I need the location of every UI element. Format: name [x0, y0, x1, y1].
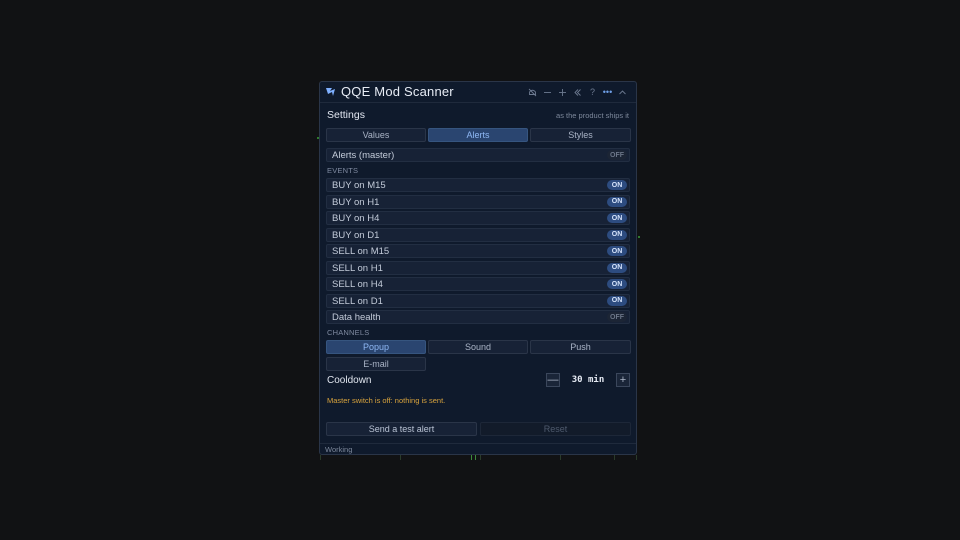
tab-alerts[interactable]: Alerts: [428, 128, 528, 142]
app-logo-icon: [326, 88, 335, 96]
increment-button[interactable]: +: [616, 373, 630, 387]
help-icon[interactable]: ?: [585, 85, 600, 99]
bell-off-icon[interactable]: [525, 85, 540, 99]
cooldown-value[interactable]: 30 min: [564, 373, 612, 387]
event-row-sell-h1[interactable]: SELL on H1 ON: [326, 260, 630, 275]
background-chart-mark: [638, 236, 640, 238]
events-section-header: EVENTS: [327, 166, 359, 175]
toggle-sell-m15[interactable]: ON: [607, 246, 627, 256]
settings-subtitle: as the product ships it: [556, 111, 629, 120]
channel-buttons-row2: E-mail: [326, 357, 426, 371]
status-text: Working: [325, 445, 353, 454]
button-label: Send a test alert: [368, 424, 435, 434]
status-bar: Working: [320, 443, 636, 455]
toggle-buy-m15[interactable]: ON: [607, 180, 627, 190]
row-label: SELL on H1: [332, 262, 383, 274]
row-label: BUY on H1: [332, 196, 380, 208]
toggle-data-health[interactable]: OFF: [607, 312, 627, 322]
channel-buttons: Popup Sound Push: [326, 340, 631, 354]
row-label: Alerts (master): [332, 150, 395, 161]
event-row-sell-m15[interactable]: SELL on M15 ON: [326, 244, 630, 258]
event-row-sell-d1[interactable]: SELL on D1 ON: [326, 293, 630, 308]
scanner-panel: QQE Mod Scanner ? ••• Settings as the pr…: [319, 81, 637, 455]
toggle-sell-h1[interactable]: ON: [607, 262, 627, 273]
toggle-sell-h4[interactable]: ON: [607, 279, 627, 289]
minimize-icon[interactable]: [540, 85, 555, 99]
event-row-sell-h4[interactable]: SELL on H4 ON: [326, 277, 630, 291]
event-row-buy-d1[interactable]: BUY on D1 ON: [326, 227, 630, 242]
channel-email-button[interactable]: E-mail: [326, 357, 426, 371]
collapse-left-icon[interactable]: [570, 85, 585, 99]
row-label: SELL on D1: [332, 295, 383, 307]
channel-label: Popup: [362, 342, 390, 352]
decrement-button[interactable]: —: [546, 373, 560, 387]
row-label: Data health: [332, 312, 381, 323]
channel-label: Push: [570, 342, 591, 352]
channel-popup-button[interactable]: Popup: [326, 340, 426, 354]
toggle-buy-d1[interactable]: ON: [607, 229, 627, 240]
row-label: SELL on M15: [332, 246, 390, 257]
tab-label: Styles: [568, 130, 593, 140]
window-title: QQE Mod Scanner: [341, 84, 454, 99]
toggle-alerts-master[interactable]: OFF: [607, 150, 627, 160]
send-test-alert-button[interactable]: Send a test alert: [326, 422, 477, 436]
toggle-sell-d1[interactable]: ON: [607, 295, 627, 306]
cooldown-label: Cooldown: [327, 375, 372, 386]
event-row-buy-m15[interactable]: BUY on M15 ON: [326, 178, 630, 192]
more-icon[interactable]: •••: [600, 85, 615, 99]
channel-sound-button[interactable]: Sound: [428, 340, 528, 354]
settings-tabs: Values Alerts Styles: [326, 128, 631, 142]
row-label: BUY on D1: [332, 229, 380, 241]
row-label: SELL on H4: [332, 279, 383, 290]
background-chart-ticks: [318, 455, 640, 461]
alerts-master-row[interactable]: Alerts (master) OFF: [326, 148, 630, 162]
tab-label: Alerts: [466, 130, 490, 140]
event-row-buy-h1[interactable]: BUY on H1 ON: [326, 194, 630, 209]
tab-label: Values: [362, 130, 390, 140]
toggle-buy-h1[interactable]: ON: [607, 196, 627, 207]
channels-section-header: CHANNELS: [327, 328, 370, 337]
title-bar[interactable]: QQE Mod Scanner ? •••: [320, 82, 636, 103]
settings-heading: Settings: [327, 109, 365, 121]
button-label: Reset: [543, 424, 568, 434]
tab-values[interactable]: Values: [326, 128, 426, 142]
row-label: BUY on M15: [332, 180, 386, 191]
row-label: BUY on H4: [332, 213, 380, 224]
reset-button[interactable]: Reset: [480, 422, 631, 436]
channel-label: E-mail: [363, 359, 389, 369]
event-row-buy-h4[interactable]: BUY on H4 ON: [326, 211, 630, 225]
channel-label: Sound: [464, 342, 492, 352]
master-off-warning: Master switch is off: nothing is sent.: [327, 396, 446, 405]
toggle-buy-h4[interactable]: ON: [607, 213, 627, 223]
maximize-icon[interactable]: [555, 85, 570, 99]
channel-push-button[interactable]: Push: [530, 340, 631, 354]
tab-styles[interactable]: Styles: [530, 128, 631, 142]
cooldown-stepper: — 30 min +: [546, 373, 631, 387]
event-row-data-health[interactable]: Data health OFF: [326, 310, 630, 324]
titlebar-controls: ? •••: [525, 85, 630, 99]
chevron-up-icon[interactable]: [615, 85, 630, 99]
